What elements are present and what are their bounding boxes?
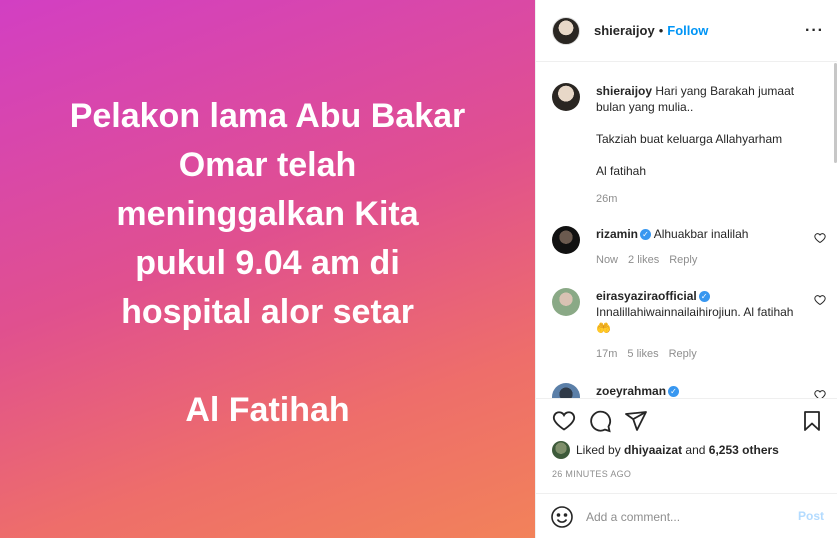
commenter-username[interactable]: eirasyaziraofficial <box>596 289 697 303</box>
image-closing-line: Al Fatihah <box>185 390 350 429</box>
comment-like-heart-icon[interactable] <box>814 232 826 244</box>
caption-time[interactable]: 26m <box>596 191 617 207</box>
post-side-panel: shieraijoy • Follow ··· shieraijoy Hari … <box>535 0 837 538</box>
likes-others[interactable]: 6,253 others <box>709 443 779 457</box>
reply-button[interactable]: Reply <box>669 346 697 362</box>
post-image-text: Pelakon lama Abu Bakar Omar telah mening… <box>18 92 518 337</box>
likes-summary: Liked by dhiyaaizat and 6,253 others <box>552 441 779 459</box>
comments-list[interactable]: shieraijoy Hari yang Barakah jumaat bula… <box>536 63 836 398</box>
liker-username[interactable]: dhiyaaizat <box>624 443 682 457</box>
verified-badge-icon: ✓ <box>668 386 680 398</box>
verified-badge-icon: ✓ <box>698 291 710 303</box>
comment-time[interactable]: 17m <box>596 346 617 362</box>
liker-avatar[interactable] <box>552 441 570 459</box>
commenter-avatar[interactable] <box>552 226 580 254</box>
comment-likes[interactable]: 2 likes <box>628 252 659 268</box>
author-username[interactable]: shieraijoy <box>594 23 655 38</box>
reply-button[interactable]: Reply <box>669 252 697 268</box>
image-line: meninggalkan Kita <box>116 194 419 233</box>
image-line: Pelakon lama Abu Bakar <box>69 96 466 135</box>
add-comment-bar: Add a comment... Post <box>536 493 837 538</box>
comment-text: Innalillahiwainnailaihirojiun. Al fatiha… <box>596 305 794 335</box>
emoji-smiley-icon[interactable] <box>550 505 574 529</box>
likes-prefix: Liked by <box>576 443 621 457</box>
share-paper-plane-icon[interactable] <box>624 409 648 433</box>
comment-time[interactable]: Now <box>596 252 618 268</box>
caption-text-line3: Al fatihah <box>596 164 647 178</box>
commenter-avatar[interactable] <box>552 383 580 398</box>
caption-username[interactable]: shieraijoy <box>596 84 652 98</box>
save-bookmark-icon[interactable] <box>800 409 824 433</box>
separator-dot: • <box>658 23 664 38</box>
likes-middle: and <box>685 443 706 457</box>
post-timestamp[interactable]: 26 MINUTES AGO <box>552 469 631 479</box>
commenter-username[interactable]: rizamin <box>596 227 638 241</box>
like-heart-icon[interactable] <box>552 409 576 433</box>
image-line: hospital alor setar <box>121 292 414 331</box>
follow-button[interactable]: Follow <box>667 23 708 38</box>
image-line: pukul 9.04 am di <box>135 243 400 282</box>
post-header: shieraijoy • Follow ··· <box>536 0 837 62</box>
comment-text: Alhuakbar inalilah <box>653 227 749 241</box>
commenter-username[interactable]: zoeyrahman <box>596 384 666 398</box>
comment-like-heart-icon[interactable] <box>814 389 826 398</box>
more-options-icon[interactable]: ··· <box>805 22 824 40</box>
commenter-avatar[interactable] <box>552 288 580 316</box>
add-comment-input[interactable]: Add a comment... <box>586 510 786 524</box>
post-actions: Liked by dhiyaaizat and 6,253 others 26 … <box>536 398 837 538</box>
post-comment-button[interactable]: Post <box>798 509 824 523</box>
comment-like-heart-icon[interactable] <box>814 294 826 306</box>
comment-likes[interactable]: 5 likes <box>627 346 658 362</box>
caption-text-line2: Takziah buat keluarga Allahyarham <box>596 132 783 146</box>
post-image[interactable]: Pelakon lama Abu Bakar Omar telah mening… <box>0 0 535 538</box>
author-avatar[interactable] <box>552 16 580 45</box>
verified-badge-icon: ✓ <box>640 229 652 241</box>
comment-bubble-icon[interactable] <box>588 409 612 433</box>
image-line: Omar telah <box>178 145 357 184</box>
caption-avatar[interactable] <box>552 83 580 111</box>
